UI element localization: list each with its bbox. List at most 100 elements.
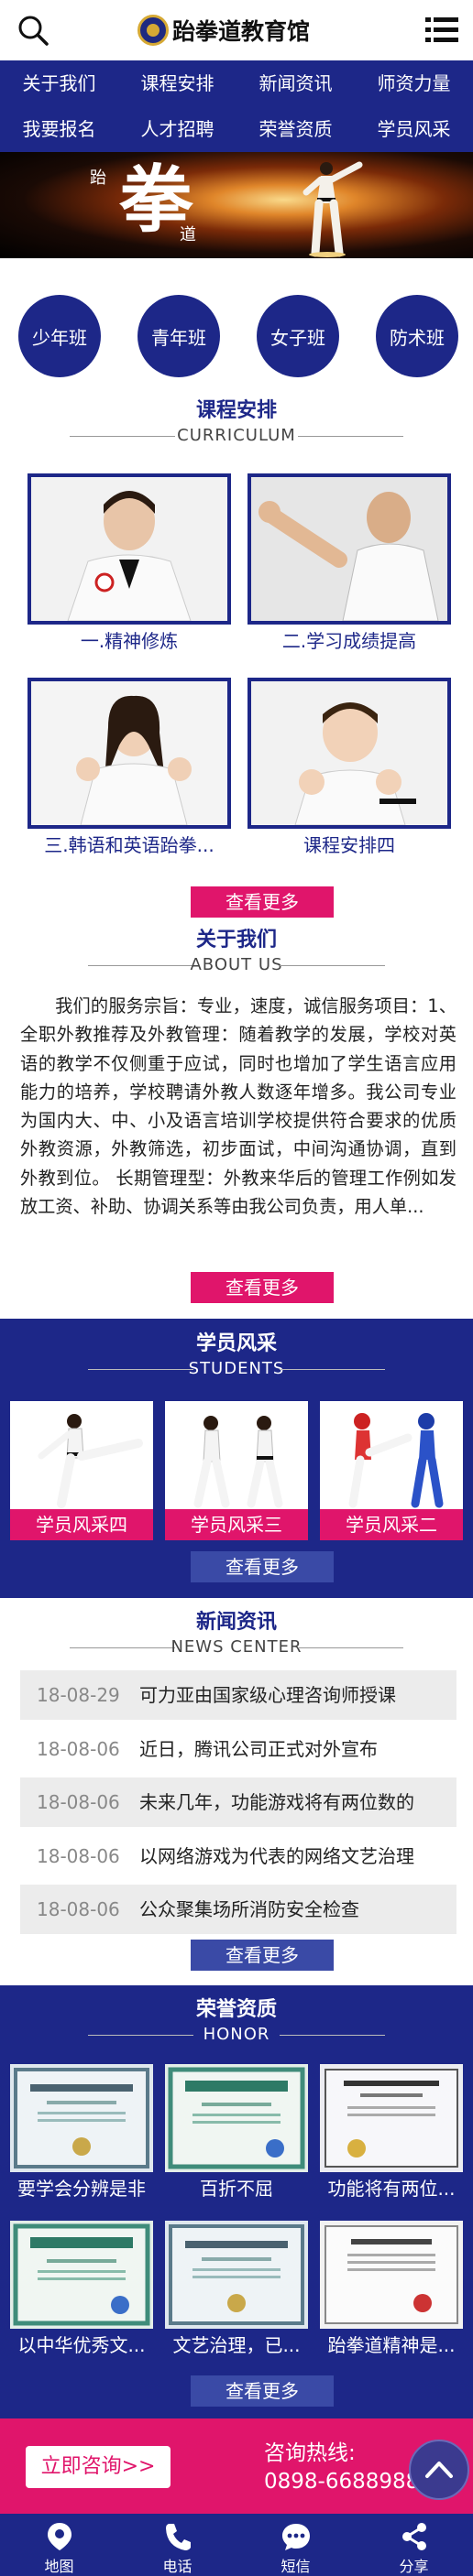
menu-icon[interactable] — [425, 16, 458, 44]
map-pin-icon — [47, 2523, 72, 2550]
student-portrait-image — [31, 477, 227, 621]
curriculum-image — [248, 473, 451, 625]
search-icon[interactable] — [16, 14, 50, 47]
section-subtitle: STUDENTS — [188, 1359, 285, 1378]
nav-item-jobs[interactable]: 人才招聘 — [118, 106, 236, 152]
class-young-adult-button[interactable]: 青年班 — [138, 295, 220, 377]
footer-share-button[interactable]: 分享 — [355, 2514, 473, 2576]
section-title: 荣誉资质 — [195, 1998, 277, 2021]
honor-caption: 文艺治理，已... — [172, 2334, 301, 2356]
about-more-button[interactable]: 查看更多 — [191, 1272, 334, 1303]
divider-left — [88, 2035, 193, 2036]
class-youth-button[interactable]: 少年班 — [18, 295, 101, 377]
nav-item-teachers[interactable]: 师资力量 — [355, 60, 473, 106]
news-title: 公众聚集场所消防安全检查 — [139, 1898, 359, 1920]
news-title: 近日，腾讯公司正式对外宣布 — [139, 1738, 378, 1760]
curriculum-heading: 课程安排 CURRICULUM — [0, 397, 473, 447]
honor-card[interactable]: 百折不屈 — [165, 2064, 308, 2205]
news-more-button[interactable]: 查看更多 — [191, 1940, 334, 1971]
curriculum-card[interactable]: 三.韩语和英语跆拳... — [28, 678, 231, 862]
news-heading: 新闻资讯 NEWS CENTER — [0, 1609, 473, 1658]
divider-left — [70, 436, 175, 437]
divider-left — [88, 1369, 193, 1370]
hero-banner[interactable]: 跆 拳 道 — [0, 152, 473, 258]
news-item[interactable]: 18-08-29 可力亚由国家级心理咨询师授课 — [20, 1670, 456, 1720]
honor-caption: 以中华优秀文... — [17, 2334, 146, 2356]
students-more-button[interactable]: 查看更多 — [191, 1551, 334, 1582]
certificate-image — [10, 2221, 153, 2329]
news-title: 以网络游戏为代表的网络文艺治理 — [139, 1845, 414, 1867]
certificate-image — [320, 2064, 463, 2172]
curriculum-more-button[interactable]: 查看更多 — [191, 886, 334, 918]
about-heading: 关于我们 ABOUT US — [0, 927, 473, 976]
section-subtitle: CURRICULUM — [177, 426, 296, 445]
certificate-icon — [165, 2221, 308, 2329]
news-date: 18-08-29 — [37, 1684, 120, 1706]
curriculum-card[interactable]: 一.精神修炼 — [28, 473, 231, 658]
certificate-icon — [320, 2064, 463, 2172]
class-self-defense-button[interactable]: 防术班 — [376, 295, 458, 377]
phone-icon — [165, 2524, 191, 2550]
news-item[interactable]: 18-08-06 近日，腾讯公司正式对外宣布 — [20, 1724, 456, 1774]
student-card[interactable]: 学员风采三 — [165, 1401, 308, 1540]
divider-right — [280, 1369, 385, 1370]
curriculum-card[interactable]: 课程安排四 — [248, 678, 451, 862]
about-text: 我们的服务宗旨：专业，速度，诚信服务项目：1、全职外教推荐及外教管理：随着教学的… — [20, 995, 456, 1218]
certificate-image — [320, 2221, 463, 2329]
certificate-icon — [10, 2064, 153, 2172]
honor-card[interactable]: 要学会分辨是非 — [10, 2064, 153, 2205]
curriculum-caption: 一.精神修炼 — [80, 630, 179, 652]
female-student-image — [31, 681, 227, 825]
student-card[interactable]: 学员风采四 — [10, 1401, 153, 1540]
honor-more-button[interactable]: 查看更多 — [191, 2375, 334, 2407]
consult-now-button[interactable]: 立即咨询>> — [26, 2446, 170, 2488]
main-nav: 关于我们 课程安排 新闻资讯 师资力量 我要报名 人才招聘 荣誉资质 学员风采 — [0, 60, 473, 152]
student-card[interactable]: 学员风采二 — [320, 1401, 463, 1540]
hotline-number[interactable]: 0898-66889888 — [264, 2470, 433, 2494]
footer-message-button[interactable]: 短信 — [236, 2514, 355, 2576]
martial-artist-figure — [302, 161, 363, 257]
nav-item-honor[interactable]: 荣誉资质 — [236, 106, 355, 152]
nav-item-curriculum[interactable]: 课程安排 — [118, 60, 236, 106]
nav-item-news[interactable]: 新闻资讯 — [236, 60, 355, 106]
students-heading: 学员风采 STUDENTS — [0, 1331, 473, 1380]
news-item[interactable]: 18-08-06 公众聚集场所消防安全检查 — [20, 1885, 456, 1934]
curriculum-image — [28, 473, 231, 625]
student-caption: 学员风采四 — [10, 1509, 153, 1540]
footer-phone-button[interactable]: 电话 — [118, 2514, 236, 2576]
honor-card[interactable]: 文艺治理，已... — [165, 2221, 308, 2362]
divider-left — [88, 965, 193, 966]
class-women-button[interactable]: 女子班 — [257, 295, 339, 377]
student-photo — [10, 1401, 153, 1509]
consult-bar: 立即咨询>> 咨询热线: 0898-66889888 — [0, 2418, 473, 2514]
section-title: 关于我们 — [195, 929, 277, 951]
curriculum-card[interactable]: 二.学习成绩提高 — [248, 473, 451, 658]
footer-label: 电话 — [162, 2558, 192, 2575]
class-types: 少年班 青年班 女子班 防术班 — [0, 295, 473, 386]
section-subtitle: HONOR — [203, 2025, 270, 2044]
news-date: 18-08-06 — [37, 1845, 120, 1867]
honor-card[interactable]: 功能将有两位... — [320, 2064, 463, 2205]
certificate-image — [165, 2064, 308, 2172]
curriculum-caption: 课程安排四 — [303, 834, 395, 856]
news-item[interactable]: 18-08-06 以网络游戏为代表的网络文艺治理 — [20, 1831, 456, 1881]
banner-small-char-left: 跆 — [90, 168, 106, 188]
honor-card[interactable]: 以中华优秀文... — [10, 2221, 153, 2362]
logo[interactable]: 跆拳道教育馆 — [138, 13, 310, 48]
hotline-label: 咨询热线: — [264, 2441, 356, 2465]
kicking-student-image — [10, 1401, 153, 1509]
nav-item-signup[interactable]: 我要报名 — [0, 106, 118, 152]
news-item[interactable]: 18-08-06 未来几年，功能游戏将有两位数的 — [20, 1777, 456, 1827]
chevron-up-icon — [425, 2462, 453, 2478]
section-subtitle: NEWS CENTER — [170, 1637, 302, 1657]
nav-item-students[interactable]: 学员风采 — [355, 106, 473, 152]
footer-map-button[interactable]: 地图 — [0, 2514, 118, 2576]
honor-card[interactable]: 跆拳道精神是... — [320, 2221, 463, 2362]
news-date: 18-08-06 — [37, 1738, 120, 1760]
divider-left — [70, 1647, 175, 1648]
divider-right — [298, 1647, 403, 1648]
curriculum-image — [28, 678, 231, 829]
certificate-icon — [320, 2221, 463, 2329]
nav-item-about[interactable]: 关于我们 — [0, 60, 118, 106]
back-to-top-button[interactable] — [409, 2440, 469, 2500]
